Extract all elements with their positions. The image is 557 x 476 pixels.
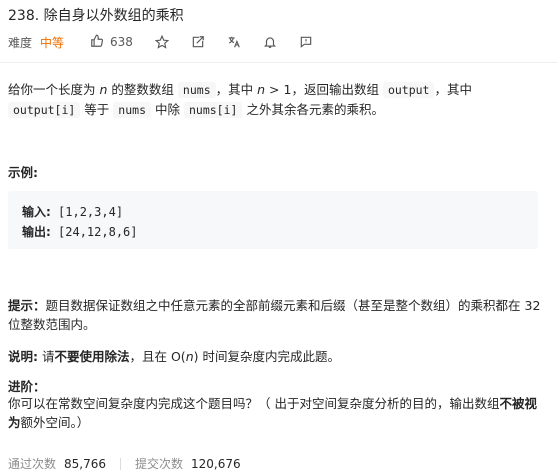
- feedback-icon[interactable]: [299, 35, 313, 49]
- code-nums: nums: [177, 82, 216, 98]
- desc-text: 的整数数组: [111, 82, 174, 97]
- advanced-text: 你可以在常数空间复杂度内完成这个题目吗？（ 出于对空间复杂度分析的目的，输出数组: [8, 396, 500, 411]
- advanced-heading: 进阶：: [8, 379, 46, 394]
- advanced-paragraph: 你可以在常数空间复杂度内完成这个题目吗？（ 出于对空间复杂度分析的目的，输出数组…: [8, 394, 548, 432]
- desc-text: 之外其余各元素的乘积。: [246, 102, 384, 117]
- desc-text: ，其中: [215, 82, 254, 97]
- translate-icon[interactable]: [227, 35, 241, 49]
- stats-divider: [120, 457, 122, 470]
- star-icon[interactable]: [154, 35, 169, 49]
- note-var-n: n: [185, 349, 194, 364]
- note-text: 请: [38, 349, 55, 364]
- note-label: 说明:: [8, 349, 38, 364]
- bell-icon[interactable]: [263, 35, 277, 49]
- share-icon[interactable]: [191, 35, 205, 49]
- desc-var-n: n: [99, 82, 108, 97]
- divider: [0, 62, 557, 63]
- note-bold: 不要使用除法: [54, 349, 130, 364]
- advanced-text: 额外空间。）: [20, 415, 90, 430]
- example-heading: 示例:: [8, 165, 38, 180]
- desc-var-n: n: [257, 82, 266, 97]
- desc-text: > 1，返回输出数组: [269, 82, 379, 97]
- submission-stats: 通过次数 85,766 提交次数 120,676: [8, 455, 241, 472]
- desc-text: ，其中: [434, 82, 472, 97]
- note-text: ) 时间复杂度内完成此题。: [193, 349, 340, 364]
- problem-title: 238. 除自身以外数组的乘积: [8, 8, 184, 24]
- example-output-value: [24,12,8,6]: [50, 225, 138, 239]
- example-block: 输入: [1,2,3,4] 输出: [24,12,8,6]: [8, 191, 538, 249]
- code-output: output: [382, 82, 435, 98]
- code-output-i: output[i]: [8, 102, 81, 118]
- code-nums-i: nums[i]: [183, 102, 243, 118]
- desc-text: 给你一个长度为: [8, 82, 96, 97]
- hint-text: 题目数据保证数组之中任意元素的全部前缀元素和后缀（甚至是整个数组）的乘积都在 3…: [8, 298, 541, 332]
- desc-text: 中除: [154, 102, 180, 117]
- code-nums: nums: [113, 102, 151, 118]
- difficulty-value: 中等: [40, 35, 65, 50]
- example-input-label: 输入:: [22, 205, 51, 219]
- hint-paragraph: 提示：题目数据保证数组之中任意元素的全部前缀元素和后缀（甚至是整个数组）的乘积都…: [8, 296, 548, 334]
- difficulty-label: 难度: [8, 35, 33, 50]
- submitted-value: 120,676: [191, 456, 241, 471]
- thumbs-up-icon: [90, 34, 110, 51]
- example-output-label: 输出:: [22, 225, 51, 239]
- example-input-value: [1,2,3,4]: [50, 205, 124, 219]
- note-paragraph: 说明: 请不要使用除法，且在 O(n) 时间复杂度内完成此题。: [8, 346, 340, 365]
- note-text: ，且在 O(: [129, 349, 186, 364]
- problem-description: 给你一个长度为 n 的整数数组 nums ，其中 n > 1，返回输出数组 out…: [8, 80, 548, 120]
- like-button[interactable]: 638: [90, 34, 133, 51]
- hint-label: 提示：: [8, 298, 46, 313]
- submitted-label: 提交次数: [135, 457, 184, 471]
- problem-meta: 难度 中等 638: [8, 33, 335, 51]
- passed-label: 通过次数: [8, 457, 57, 471]
- desc-text: 等于: [84, 102, 110, 117]
- like-count: 638: [110, 35, 133, 49]
- passed-value: 85,766: [64, 456, 107, 471]
